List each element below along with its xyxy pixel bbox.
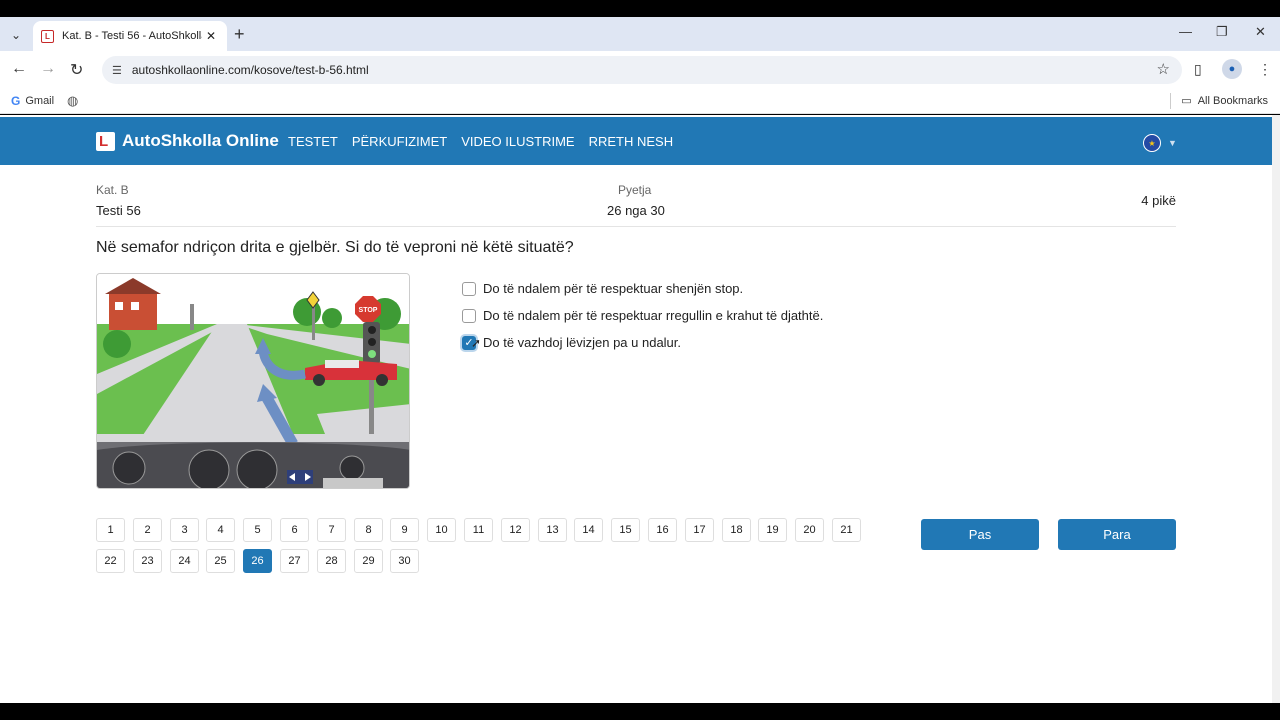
points-value: 4 pikë [1141, 193, 1176, 208]
next-button[interactable]: Para [1058, 519, 1176, 550]
browser-toolbar: ← → ↻ ☰ autoshkollaonline.com/kosove/tes… [0, 51, 1280, 89]
site-settings-icon[interactable]: ☰ [112, 64, 122, 77]
bookmark-star-icon[interactable]: ☆ [1157, 60, 1170, 78]
tab-title: Kat. B - Testi 56 - AutoShkolla O [62, 30, 202, 42]
answer-text-2: Do të ndalem për të respektuar rregullin… [483, 308, 824, 323]
menu-item-video-ilustrime[interactable]: VIDEO ILUSTRIME [461, 134, 574, 149]
question-number-button[interactable]: 29 [354, 549, 383, 573]
bookmarks-bar: G Gmail ◍ ▭ All Bookmarks [0, 89, 1280, 114]
question-number-button[interactable]: 30 [390, 549, 419, 573]
side-panel-icon[interactable]: ▯ [1194, 61, 1202, 78]
site-menu: TESTET PËRKUFIZIMET VIDEO ILUSTRIME RRET… [288, 134, 673, 149]
site-favicon-icon: L [41, 29, 54, 43]
answer-text-3: Do të vazhdoj lëvizjen pa u ndalur. [483, 335, 682, 350]
question-number-button[interactable]: 3 [170, 518, 199, 542]
question-label: Pyetja [618, 183, 652, 197]
question-number-button[interactable]: 17 [685, 518, 714, 542]
test-name: Testi 56 [96, 203, 141, 218]
question-number-button[interactable]: 11 [464, 518, 493, 542]
question-progress: 26 nga 30 [607, 203, 665, 218]
question-number-button[interactable]: 4 [206, 518, 235, 542]
site-navbar: L AutoShkolla Online TESTET PËRKUFIZIMET… [0, 117, 1272, 165]
bookmark-gmail[interactable]: G Gmail [11, 94, 54, 108]
question-number-button[interactable]: 12 [501, 518, 530, 542]
browser-tab-active[interactable]: L Kat. B - Testi 56 - AutoShkolla O ✕ [33, 21, 227, 51]
question-number-button[interactable]: 9 [390, 518, 419, 542]
menu-item-perkufizimet[interactable]: PËRKUFIZIMET [352, 134, 447, 149]
question-text: Në semafor ndriçon drita e gjelbër. Si d… [96, 239, 574, 256]
question-number-button[interactable]: 20 [795, 518, 824, 542]
question-number-button[interactable]: 26 [243, 549, 272, 573]
menu-kebab-icon[interactable]: ⋮ [1258, 61, 1272, 78]
question-number-button[interactable]: 13 [538, 518, 567, 542]
folder-icon: ▭ [1181, 95, 1192, 107]
close-window-icon[interactable]: ✕ [1255, 24, 1266, 40]
question-number-button[interactable]: 8 [354, 518, 383, 542]
menu-item-testet[interactable]: TESTET [288, 134, 338, 149]
all-bookmarks-label: All Bookmarks [1197, 94, 1268, 107]
brand-name: AutoShkolla Online [122, 131, 279, 150]
question-number-button[interactable]: 28 [317, 549, 346, 573]
browser-tabstrip: ⌄ L Kat. B - Testi 56 - AutoShkolla O ✕ … [0, 17, 1280, 51]
reload-icon[interactable]: ↻ [70, 60, 83, 80]
profile-avatar-icon[interactable]: ● [1222, 59, 1242, 79]
question-number-button[interactable]: 7 [317, 518, 346, 542]
tab-search-icon[interactable]: ⌄ [6, 25, 26, 45]
kosovo-flag-icon[interactable]: ★ [1143, 134, 1161, 152]
menu-item-rreth-nesh[interactable]: RRETH NESH [589, 134, 674, 149]
answer-option-2[interactable]: Do të ndalem për të respektuar rregullin… [462, 302, 823, 329]
question-number-button[interactable]: 18 [722, 518, 751, 542]
new-tab-icon[interactable]: + [234, 24, 245, 45]
page-scrollbar[interactable] [1272, 115, 1280, 703]
answer-checkbox-1[interactable] [462, 281, 476, 296]
question-number-button[interactable]: 16 [648, 518, 677, 542]
brand-logo-icon: L [96, 131, 115, 151]
question-number-button[interactable]: 25 [206, 549, 235, 573]
tab-close-icon[interactable]: ✕ [206, 29, 216, 43]
all-bookmarks[interactable]: ▭ All Bookmarks [1181, 94, 1268, 108]
question-number-button[interactable]: 2 [133, 518, 162, 542]
forward-icon[interactable]: → [40, 60, 56, 78]
answer-text-1: Do të ndalem për të respektuar shenjën s… [483, 281, 744, 296]
address-bar[interactable]: ☰ autoshkollaonline.com/kosove/test-b-56… [102, 56, 1182, 84]
question-number-button[interactable]: 10 [427, 518, 456, 542]
minimize-icon[interactable]: — [1179, 24, 1192, 39]
question-number-button[interactable]: 6 [280, 518, 309, 542]
chevron-down-icon[interactable]: ▼ [1168, 138, 1177, 148]
restore-icon[interactable]: ❐ [1216, 24, 1228, 40]
back-icon[interactable]: ← [11, 60, 27, 78]
question-number-button[interactable]: 15 [611, 518, 640, 542]
question-number-button[interactable]: 5 [243, 518, 272, 542]
question-number-button[interactable]: 27 [280, 549, 309, 573]
question-number-button[interactable]: 23 [133, 549, 162, 573]
question-illustration: STOP [96, 273, 410, 489]
url-text[interactable]: autoshkollaonline.com/kosove/test-b-56.h… [132, 63, 369, 77]
answer-checkbox-2[interactable] [462, 308, 476, 323]
question-number-button[interactable]: 21 [832, 518, 861, 542]
question-number-button[interactable]: 19 [758, 518, 787, 542]
google-icon: G [11, 94, 21, 108]
question-number-button[interactable]: 24 [170, 549, 199, 573]
mouse-cursor-icon: ➚ [471, 336, 482, 350]
question-number-button[interactable]: 1 [96, 518, 125, 542]
web-page: L AutoShkolla Online TESTET PËRKUFIZIMET… [0, 115, 1272, 703]
answers-list: Do të ndalem për të respektuar shenjën s… [462, 275, 823, 356]
bookmarks-divider [1170, 93, 1171, 109]
road-scene-illustration: STOP [97, 274, 409, 488]
prev-button[interactable]: Pas [921, 519, 1039, 550]
screen: ⌄ L Kat. B - Testi 56 - AutoShkolla O ✕ … [0, 0, 1280, 720]
globe-icon[interactable]: ◍ [67, 93, 78, 109]
test-info: Kat. B Testi 56 Pyetja 26 nga 30 4 pikë [96, 179, 1176, 227]
category-label: Kat. B [96, 183, 129, 197]
answer-option-1[interactable]: Do të ndalem për të respektuar shenjën s… [462, 275, 823, 302]
question-number-button[interactable]: 22 [96, 549, 125, 573]
bookmark-gmail-label: Gmail [25, 95, 55, 107]
stop-sign-text: STOP [359, 307, 378, 314]
answer-option-3[interactable]: ✓ Do të vazhdoj lëvizjen pa u ndalur. [462, 329, 823, 356]
site-brand[interactable]: L AutoShkolla Online [96, 131, 279, 151]
question-number-button[interactable]: 14 [574, 518, 603, 542]
